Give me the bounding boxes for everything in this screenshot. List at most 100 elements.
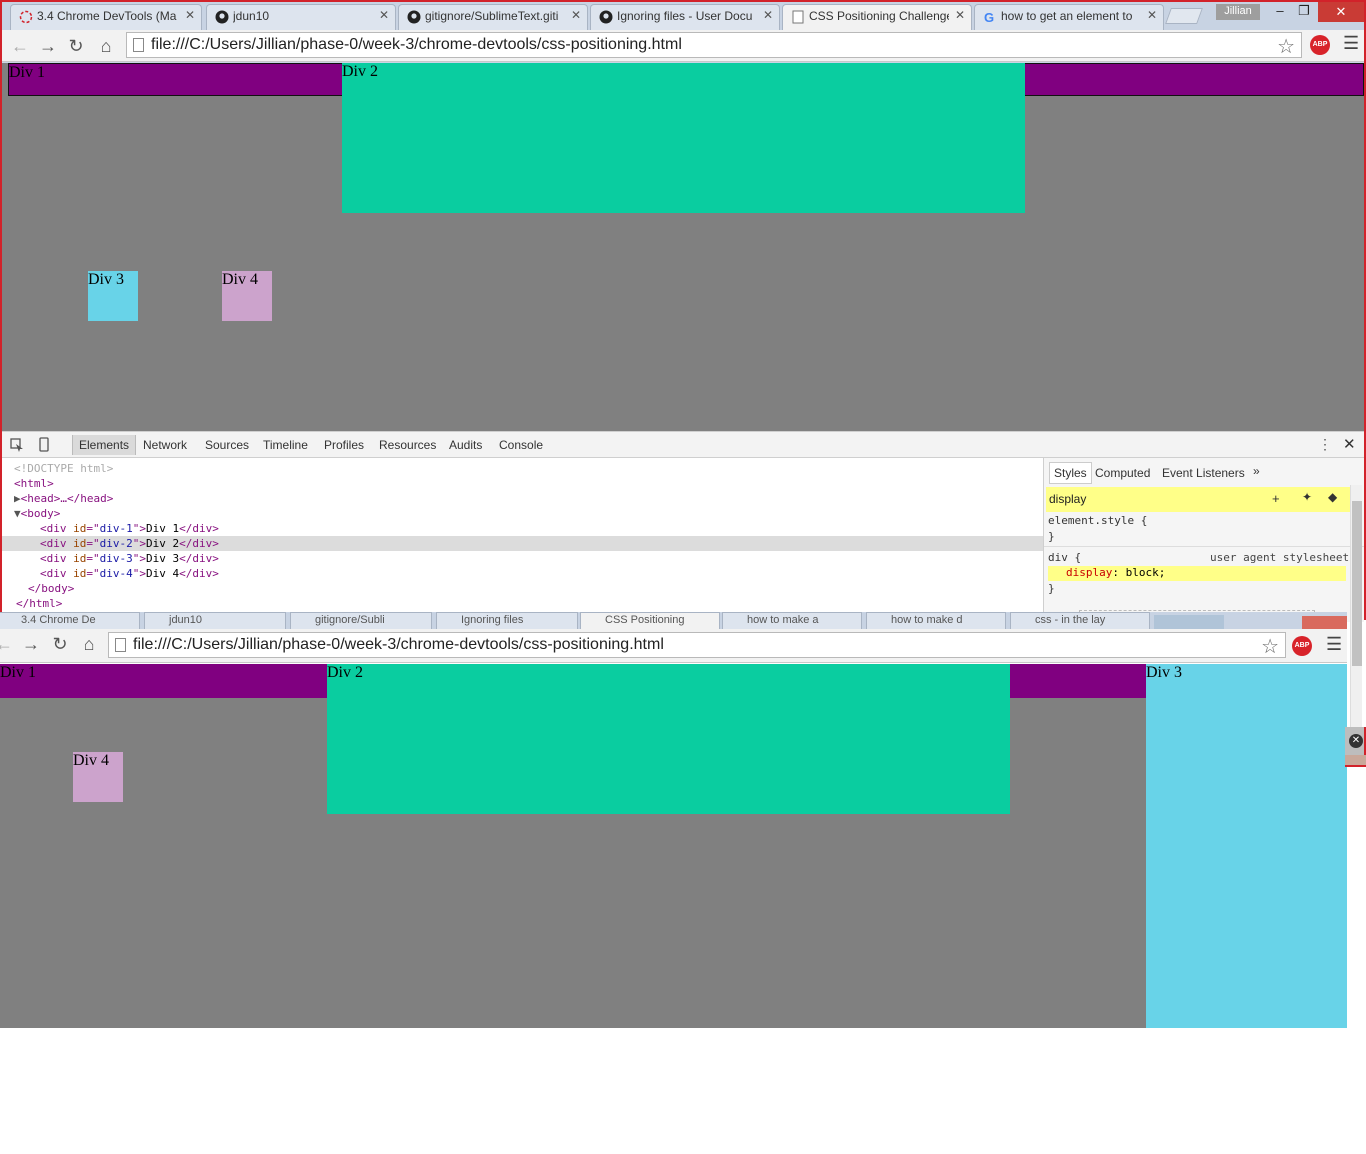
property-value: block; [1125, 566, 1166, 579]
close-icon[interactable]: ✕ [379, 8, 389, 22]
reload-icon[interactable]: ↻ [48, 633, 72, 655]
html-open-node[interactable]: <html> [2, 476, 1043, 491]
close-icon[interactable]: ✕ [571, 8, 581, 22]
close-icon[interactable]: ✕ [763, 8, 773, 22]
tab-profiles[interactable]: Profiles [324, 438, 364, 452]
body-node[interactable]: ▼<body> [2, 506, 1043, 521]
address-bar[interactable]: file:///C:/Users/Jillian/phase-0/week-3/… [108, 632, 1286, 658]
tab-bottom[interactable]: CSS Positioning [580, 612, 720, 629]
tab-bottom[interactable]: 3.4 Chrome De [0, 612, 140, 629]
tab-bottom[interactable]: css - in the lay [1010, 612, 1150, 629]
new-tab-button[interactable] [1165, 8, 1203, 24]
menu-icon[interactable]: ☰ [1343, 33, 1359, 54]
user-badge[interactable]: Jillian [1216, 4, 1260, 20]
collapse-arrow-icon[interactable]: ▼ [14, 507, 21, 520]
tab-audits[interactable]: Audits [449, 438, 482, 452]
expand-arrow-icon[interactable]: ▶ [14, 492, 21, 505]
minimize-icon[interactable]: – [1268, 3, 1292, 18]
tab-computed[interactable]: Computed [1095, 466, 1150, 480]
close-icon[interactable]: ✕ [185, 8, 195, 22]
reload-icon[interactable]: ↻ [64, 35, 88, 57]
div-node[interactable]: <div id="div-1">Div 1</div> [2, 521, 1043, 536]
color-format-icon[interactable]: ◆ [1328, 490, 1337, 504]
tab-jdun10[interactable]: jdun10 ✕ [206, 4, 396, 30]
div-node[interactable]: <div id="div-3">Div 3</div> [2, 551, 1043, 566]
forward-icon[interactable]: → [36, 35, 60, 57]
html-close-node[interactable]: </html> [2, 596, 1043, 611]
tab-resources[interactable]: Resources [379, 438, 436, 452]
bookmark-star-icon[interactable]: ☆ [1277, 34, 1295, 59]
tab-event-listeners[interactable]: Event Listeners [1162, 466, 1245, 480]
div-text: Div 1 [146, 522, 180, 535]
scrollbar-thumb[interactable] [1352, 501, 1362, 666]
property-name: display [1066, 566, 1113, 579]
tab-styles[interactable]: Styles [1049, 462, 1092, 484]
forward-icon[interactable]: → [19, 633, 43, 655]
new-style-rule-icon[interactable]: + [1272, 491, 1280, 506]
div-text: Div 2 [146, 537, 180, 550]
tab-bottom[interactable]: Ignoring files [436, 612, 578, 629]
loading-icon [19, 10, 33, 24]
back-icon[interactable]: ← [0, 633, 16, 655]
tab-gitignore[interactable]: gitignore/SublimeText.giti ✕ [398, 4, 588, 30]
tab-bottom[interactable]: how to make a [722, 612, 862, 629]
tab-sources[interactable]: Sources [205, 438, 249, 452]
more-options-icon[interactable]: ⋮ [1318, 436, 1332, 453]
svg-text:G: G [984, 10, 994, 24]
rule-source: user agent stylesheet [1210, 551, 1350, 564]
close-icon[interactable]: ✕ [1349, 734, 1363, 748]
home-icon[interactable]: ⌂ [94, 35, 118, 57]
tab-ignoring-files[interactable]: Ignoring files - User Docu ✕ [590, 4, 780, 30]
div-id: div-4 [99, 567, 133, 580]
div-node[interactable]: <div id="div-4">Div 4</div> [2, 566, 1043, 581]
inspect-icon[interactable] [10, 438, 24, 452]
tab-chrome-devtools[interactable]: 3.4 Chrome DevTools (Ma ✕ [10, 4, 202, 30]
display-property[interactable]: display: block; [1048, 566, 1346, 581]
tab-console[interactable]: Console [499, 438, 543, 452]
page-icon [792, 10, 804, 24]
close-icon[interactable]: ✕ [1147, 8, 1157, 22]
tab-google-search[interactable]: G how to get an element to ✕ [974, 4, 1164, 30]
close-icon[interactable]: ✕ [955, 8, 965, 22]
element-style-rule[interactable]: element.style { [1048, 514, 1147, 527]
page-viewport-top: Div 1 Div 2 Div 3 Div 4 [2, 63, 1364, 431]
tab-bottom[interactable]: how to make d [866, 612, 1006, 629]
styles-pane: Styles Computed Event Listeners » displa… [1043, 458, 1364, 622]
tab-network[interactable]: Network [143, 438, 187, 452]
styles-scrollbar[interactable] [1350, 485, 1362, 727]
more-tabs-icon[interactable]: » [1253, 464, 1260, 478]
head-node[interactable]: ▶<head>…</head> [2, 491, 1043, 506]
window-edge: ✕ [1345, 727, 1366, 767]
adblock-icon[interactable]: ABP [1292, 636, 1312, 656]
styles-filter-input[interactable]: display + ✦ ◆ [1046, 487, 1354, 512]
tab-bottom[interactable]: gitignore/Subli [290, 612, 432, 629]
tab-label: 3.4 Chrome DevTools (Ma [37, 9, 177, 23]
bookmark-star-icon[interactable]: ☆ [1261, 634, 1279, 659]
div-4-label: Div 4 [73, 752, 109, 769]
body-close-node[interactable]: </body> [2, 581, 1043, 596]
tab-timeline[interactable]: Timeline [263, 438, 308, 452]
elements-tree: <!DOCTYPE html> <html> ▶<head>…</head> ▼… [2, 458, 1043, 622]
pin-icon[interactable]: ✦ [1302, 490, 1312, 504]
device-mode-icon[interactable] [38, 437, 50, 452]
brace-close: } [1048, 530, 1055, 543]
restore-icon[interactable]: ❐ [1292, 3, 1316, 19]
devtools-close-icon[interactable]: ✕ [1343, 435, 1356, 453]
url-text: file:///C:/Users/Jillian/phase-0/week-3/… [151, 36, 682, 53]
div-rule-selector[interactable]: div { [1048, 551, 1081, 564]
tab-strip: 3.4 Chrome DevTools (Ma ✕ jdun10 ✕ gitig… [2, 2, 1364, 30]
doctype-node[interactable]: <!DOCTYPE html> [2, 461, 1043, 476]
address-bar[interactable]: file:///C:/Users/Jillian/phase-0/week-3/… [126, 32, 1302, 58]
div-id: div-3 [99, 552, 133, 565]
back-icon[interactable]: ← [8, 35, 32, 57]
tab-elements[interactable]: Elements [72, 435, 137, 455]
tab-css-positioning[interactable]: CSS Positioning Challenge ✕ [782, 4, 972, 30]
tab-bottom[interactable]: jdun10 [144, 612, 286, 629]
window-close-button[interactable]: ✕ [1318, 2, 1364, 22]
home-icon[interactable]: ⌂ [77, 633, 101, 655]
window-close-button[interactable] [1302, 616, 1347, 629]
menu-icon[interactable]: ☰ [1326, 634, 1342, 655]
new-tab-button[interactable] [1154, 615, 1224, 629]
adblock-icon[interactable]: ABP [1310, 35, 1330, 55]
div-node-selected[interactable]: <div id="div-2">Div 2</div> [2, 536, 1043, 551]
